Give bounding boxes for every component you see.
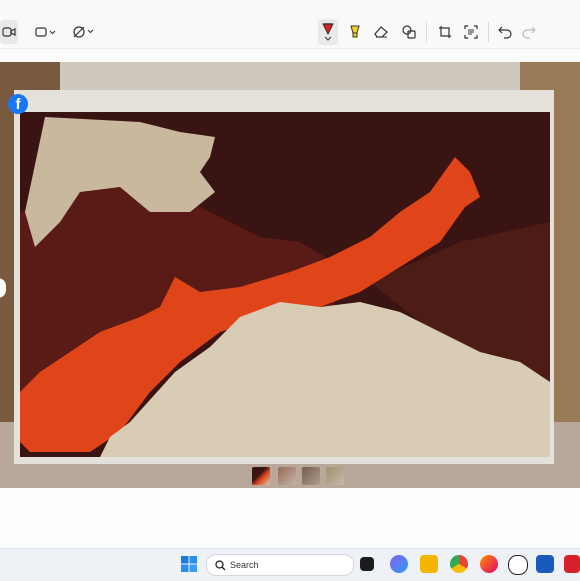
- facebook-icon[interactable]: f: [8, 94, 28, 114]
- text-actions-icon[interactable]: [462, 20, 480, 44]
- search-icon: [215, 559, 226, 570]
- thumbnail-1[interactable]: [252, 467, 270, 485]
- word-icon[interactable]: [536, 555, 554, 573]
- thumbnail-2[interactable]: [278, 467, 296, 485]
- editor-footer: [0, 488, 580, 548]
- s-app-icon[interactable]: [508, 555, 528, 575]
- search-label: Search: [230, 560, 259, 570]
- snipping-toolbar: [0, 0, 580, 49]
- thumbnail-3[interactable]: [302, 467, 320, 485]
- screenshot-canvas[interactable]: f: [0, 62, 580, 488]
- redo-icon[interactable]: [520, 20, 538, 44]
- acrobat-icon[interactable]: [564, 555, 580, 573]
- taskbar-search[interactable]: Search: [206, 554, 354, 576]
- file-explorer-icon[interactable]: [420, 555, 438, 573]
- shapes-icon[interactable]: [400, 20, 418, 44]
- video-camera-icon[interactable]: [0, 20, 18, 44]
- crop-icon[interactable]: [436, 20, 454, 44]
- undo-icon[interactable]: [496, 20, 514, 44]
- firefox-icon[interactable]: [480, 555, 498, 573]
- chrome-icon[interactable]: [450, 555, 468, 573]
- thumbnail-4[interactable]: [326, 467, 344, 485]
- toolbar-divider: [426, 22, 427, 42]
- timer-icon[interactable]: [72, 20, 96, 44]
- rectangle-select-icon[interactable]: [34, 20, 58, 44]
- windows-start-icon[interactable]: [180, 555, 198, 573]
- eraser-icon[interactable]: [372, 20, 390, 44]
- rug-photo: [0, 62, 580, 488]
- copilot-icon[interactable]: [390, 555, 408, 573]
- highlighter-icon[interactable]: [346, 20, 364, 44]
- task-view-icon[interactable]: [360, 557, 374, 571]
- pen-icon[interactable]: [318, 19, 338, 45]
- toolbar-divider: [488, 22, 489, 42]
